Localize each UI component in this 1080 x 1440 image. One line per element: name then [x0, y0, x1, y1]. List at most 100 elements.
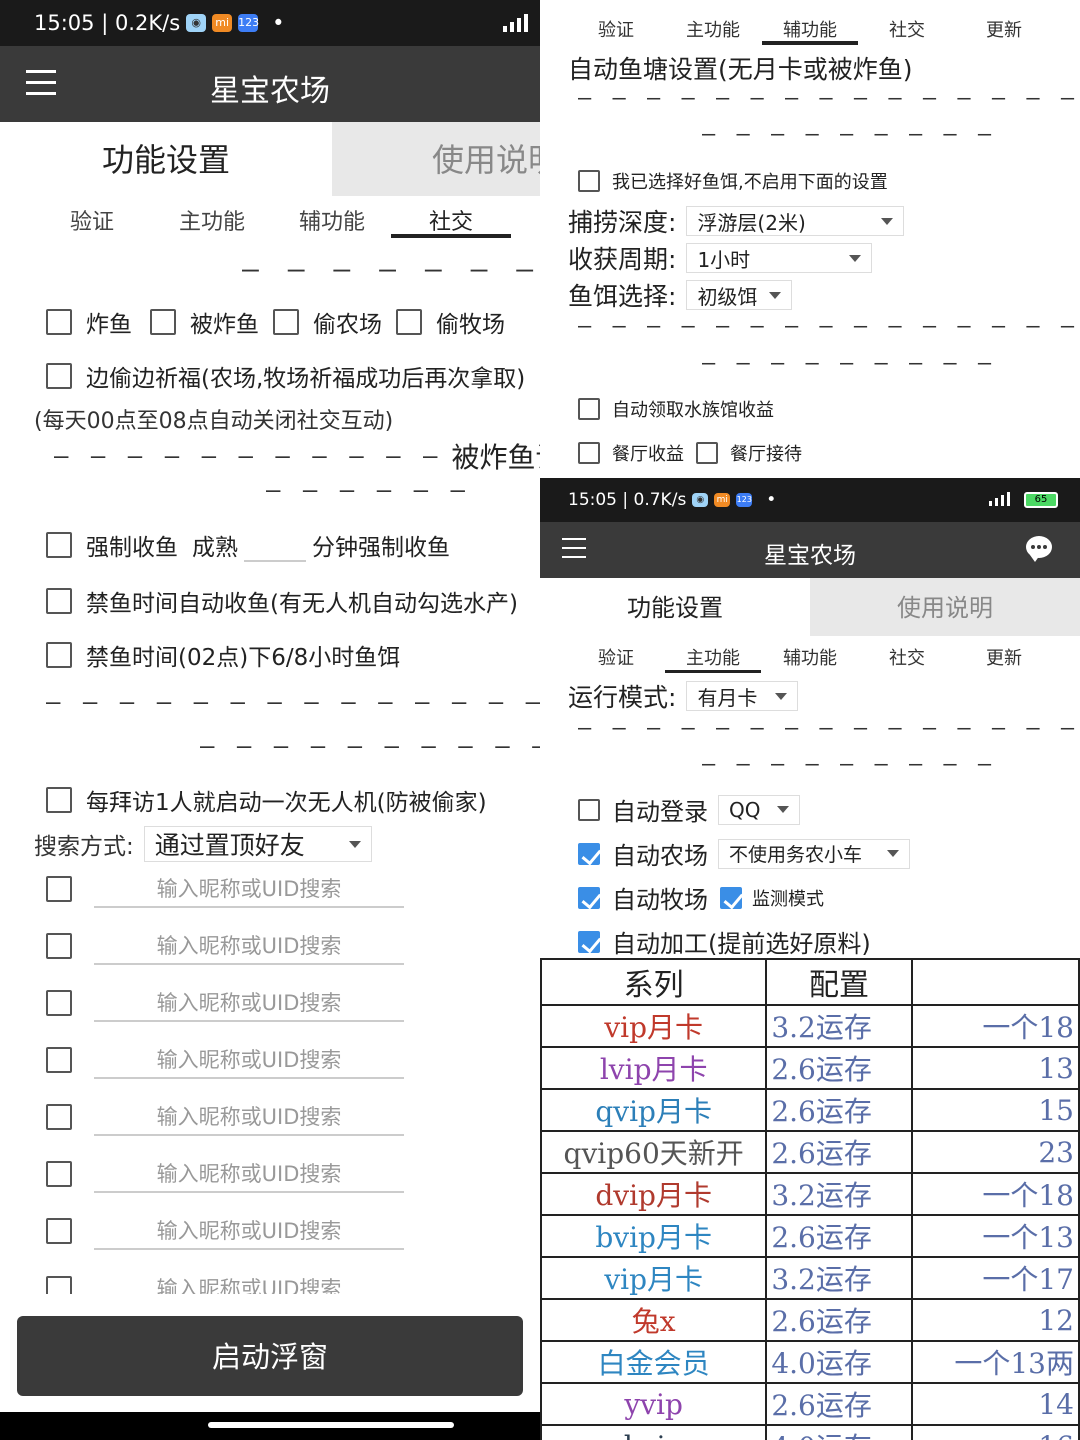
checkbox-search-1[interactable] [46, 876, 72, 902]
search-input-7[interactable]: 输入昵称或UID搜索 [94, 1214, 404, 1250]
checkbox-restaurant-host[interactable] [696, 442, 718, 464]
status-dot: • [766, 490, 777, 510]
tab-main[interactable]: 主功能 [152, 204, 272, 236]
checkbox-auto-login[interactable] [578, 798, 600, 821]
mode-select[interactable]: 有月卡 [686, 681, 799, 711]
login-select[interactable]: QQ [718, 794, 800, 825]
label-auto-farm: 自动农场 [612, 842, 708, 870]
menu-icon[interactable] [26, 70, 56, 96]
auto-ranch-row: 自动牧场 监测模式 [578, 880, 824, 915]
depth-select[interactable]: 浮游层(2米) [686, 206, 905, 236]
tab-verify[interactable]: 验证 [568, 644, 664, 670]
tab-verify[interactable]: 验证 [568, 16, 664, 42]
checkbox-search-2[interactable] [46, 933, 72, 959]
cell-extra: 一个18 [910, 1172, 1080, 1216]
checkbox-pray[interactable] [46, 363, 72, 389]
checkbox-force[interactable] [46, 532, 72, 558]
bombed-heading: 被炸鱼设置 [451, 441, 540, 474]
tab-update[interactable]: 更新 [956, 644, 1052, 670]
segment-instructions[interactable]: 使用说明 [332, 122, 540, 196]
tab-underline [762, 41, 858, 45]
label-pray: 边偷边祈福(农场,牧场祈福成功后再次拿取) [86, 366, 526, 392]
cell-extra: 一个13 [910, 1214, 1080, 1258]
cell-series: kvip [540, 1424, 768, 1440]
123-icon: 123 [736, 493, 753, 507]
checkbox-bait-ok[interactable] [578, 170, 600, 192]
tab-main[interactable]: 主功能 [665, 16, 761, 42]
checkbox-bombed-fish[interactable] [150, 309, 176, 335]
depth-row: 捕捞深度: 浮游层(2米) [568, 203, 905, 239]
cycle-row: 收获周期: 1小时 [568, 240, 873, 276]
search-input-1[interactable]: 输入昵称或UID搜索 [94, 872, 404, 908]
checkbox-monitor-mode[interactable] [720, 886, 742, 909]
home-indicator[interactable] [208, 1422, 454, 1428]
tab-main[interactable]: 主功能 [665, 644, 761, 670]
label-auto-process: 自动加工(提前选好原料) [612, 930, 871, 958]
table-row: qvip60天新开 2.6运存 23 [540, 1130, 1080, 1174]
chat-icon[interactable] [1026, 536, 1052, 562]
checkbox-auto-farm[interactable] [578, 842, 600, 865]
social-checks-row: 炸鱼 被炸鱼 偷农场 偷牧场 [46, 305, 505, 339]
search-mode-select[interactable]: 通过置顶好友 [143, 826, 372, 862]
chevron-down-icon [849, 254, 862, 262]
checkbox-steal-farm[interactable] [273, 309, 299, 335]
checkbox-search-4[interactable] [46, 1047, 72, 1073]
cell-config: 3.2运存 [765, 1004, 913, 1048]
checkbox-auto-process[interactable] [578, 930, 600, 953]
segment-instructions[interactable]: 使用说明 [810, 578, 1080, 636]
depth-value: 浮游层(2米) [697, 210, 806, 235]
divider: – – – – – – – – – – – – – – – – – – [578, 86, 1080, 111]
divider: – – – – – – – – – [702, 351, 996, 376]
cell-extra: 14 [910, 1382, 1080, 1426]
search-input-5[interactable]: 输入昵称或UID搜索 [94, 1100, 404, 1136]
table-header-extra [910, 958, 1080, 1006]
checkbox-search-8[interactable] [46, 1276, 72, 1294]
bait-select[interactable]: 初级饵 [686, 280, 793, 310]
tab-social[interactable]: 社交 [391, 204, 511, 236]
tab-verify[interactable]: 验证 [32, 204, 152, 236]
checkbox-bomb-fish[interactable] [46, 309, 72, 335]
divider: – – – – – – [266, 476, 469, 504]
tab-aux[interactable]: 辅功能 [272, 204, 392, 236]
checkbox-search-7[interactable] [46, 1218, 72, 1244]
123-icon: 123 [238, 14, 259, 32]
divider: – – – – – – – – – – – – – – – – – – [578, 716, 1080, 741]
chevron-down-icon [348, 840, 361, 848]
table-header-row: 系列 配置 [540, 958, 1080, 1006]
checkbox-restaurant-income[interactable] [578, 442, 600, 464]
checkbox-steal-ranch[interactable] [396, 309, 422, 335]
tab-update[interactable]: 更新 [956, 16, 1052, 42]
tab-aux[interactable]: 辅功能 [762, 644, 858, 670]
minutes-input[interactable] [244, 528, 306, 562]
checkbox-ban-bait[interactable] [46, 642, 72, 668]
nav-bar [0, 1412, 540, 1440]
tab-social[interactable]: 社交 [859, 644, 955, 670]
checkbox-search-3[interactable] [46, 990, 72, 1016]
checkbox-search-5[interactable] [46, 1104, 72, 1130]
checkbox-search-6[interactable] [46, 1161, 72, 1187]
checkbox-auto-ranch[interactable] [578, 886, 600, 909]
segment-control: 功能设置 使用说明 [540, 578, 1080, 636]
search-input-3[interactable]: 输入昵称或UID搜索 [94, 986, 404, 1022]
start-float-button[interactable]: 启动浮窗 [17, 1316, 523, 1396]
search-input-2[interactable]: 输入昵称或UID搜索 [94, 929, 404, 965]
tab-aux[interactable]: 辅功能 [762, 16, 858, 42]
segment-settings[interactable]: 功能设置 [540, 578, 810, 636]
tab-social[interactable]: 社交 [859, 16, 955, 42]
checkbox-aquarium[interactable] [578, 398, 600, 420]
cycle-value: 1小时 [697, 247, 751, 272]
cell-extra: 12 [910, 1298, 1080, 1342]
checkbox-drone[interactable] [46, 787, 72, 813]
cell-extra: 一个17 [910, 1256, 1080, 1300]
cycle-select[interactable]: 1小时 [686, 243, 873, 273]
search-input-4[interactable]: 输入昵称或UID搜索 [94, 1043, 404, 1079]
checkbox-ban-auto[interactable] [46, 588, 72, 614]
divider: – – – – – – – [242, 252, 540, 285]
divider: – – – – – – – – – – – [200, 732, 540, 760]
bait-value: 初级饵 [697, 284, 758, 309]
menu-icon[interactable] [562, 538, 586, 560]
search-input-6[interactable]: 输入昵称或UID搜索 [94, 1157, 404, 1193]
search-input-8[interactable]: 输入昵称或UID搜索 [94, 1272, 404, 1294]
farm-select[interactable]: 不使用务农小车 [718, 838, 910, 869]
segment-settings[interactable]: 功能设置 [0, 122, 332, 196]
